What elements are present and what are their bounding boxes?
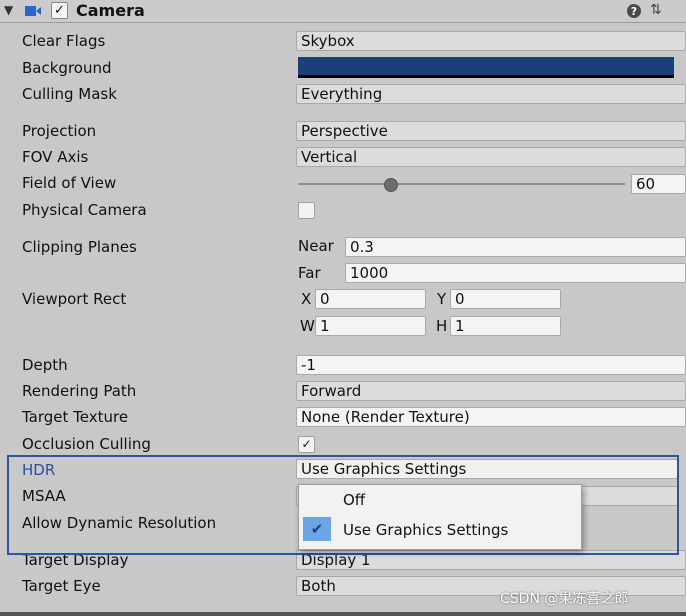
- depth-field[interactable]: -1: [296, 355, 686, 375]
- rendering-path-dropdown[interactable]: Forward: [296, 381, 686, 401]
- viewport-y-field[interactable]: 0: [450, 289, 561, 309]
- fov-axis-label: FOV Axis: [22, 148, 89, 166]
- rendering-path-label: Rendering Path: [22, 382, 137, 400]
- clipping-planes-label: Clipping Planes: [22, 238, 137, 256]
- component-header: ▼ ✓ Camera ? ⇅: [0, 0, 686, 23]
- component-enabled-checkbox[interactable]: ✓: [51, 2, 68, 19]
- clear-flags-label: Clear Flags: [22, 32, 106, 50]
- background-color-swatch[interactable]: [298, 57, 674, 78]
- foldout-arrow-icon[interactable]: ▼: [4, 3, 13, 17]
- viewport-h-field[interactable]: 1: [450, 316, 561, 336]
- component-title: Camera: [76, 1, 145, 20]
- target-texture-label: Target Texture: [22, 408, 129, 426]
- viewport-h-label: H: [436, 317, 448, 335]
- occlusion-culling-label: Occlusion Culling: [22, 435, 151, 453]
- culling-mask-dropdown[interactable]: Everything: [296, 84, 686, 104]
- fov-axis-dropdown[interactable]: Vertical: [296, 147, 686, 167]
- culling-mask-label: Culling Mask: [22, 85, 117, 103]
- far-field[interactable]: 1000: [345, 263, 686, 283]
- viewport-rect-label: Viewport Rect: [22, 290, 127, 308]
- viewport-x-field[interactable]: 0: [315, 289, 426, 309]
- watermark: CSDN @果冻喜之郎: [500, 591, 629, 607]
- bottom-bar: [0, 612, 686, 616]
- target-eye-label: Target Eye: [22, 577, 101, 595]
- physical-camera-checkbox[interactable]: [298, 202, 315, 219]
- projection-label: Projection: [22, 122, 97, 140]
- far-label: Far: [298, 264, 321, 282]
- projection-dropdown[interactable]: Perspective: [296, 121, 686, 141]
- viewport-w-label: W: [300, 317, 315, 335]
- hdr-popup-menu: Off ✔ Use Graphics Settings: [298, 484, 582, 550]
- clear-flags-dropdown[interactable]: Skybox: [296, 31, 686, 51]
- hdr-option-off[interactable]: Off: [343, 491, 365, 509]
- camera-icon: [24, 4, 42, 18]
- background-label: Background: [22, 59, 112, 77]
- near-field[interactable]: 0.3: [345, 237, 686, 257]
- settings-icon[interactable]: ⇅: [650, 2, 662, 18]
- occlusion-culling-checkbox[interactable]: ✓: [298, 436, 315, 453]
- fov-slider-handle[interactable]: [383, 178, 398, 192]
- depth-label: Depth: [22, 356, 68, 374]
- svg-text:?: ?: [631, 5, 637, 18]
- field-of-view-label: Field of View: [22, 174, 117, 192]
- target-texture-field[interactable]: None (Render Texture): [296, 407, 686, 427]
- help-icon[interactable]: ?: [626, 3, 642, 19]
- fov-slider-track[interactable]: [298, 183, 625, 185]
- near-label: Near: [298, 237, 334, 255]
- hdr-option-use-graphics-settings[interactable]: Use Graphics Settings: [343, 521, 508, 539]
- viewport-x-label: X: [301, 290, 312, 308]
- viewport-y-label: Y: [437, 290, 447, 308]
- viewport-w-field[interactable]: 1: [315, 316, 426, 336]
- physical-camera-label: Physical Camera: [22, 201, 147, 219]
- selected-check-icon: ✔: [303, 517, 331, 541]
- fov-value-field[interactable]: 60: [631, 174, 686, 194]
